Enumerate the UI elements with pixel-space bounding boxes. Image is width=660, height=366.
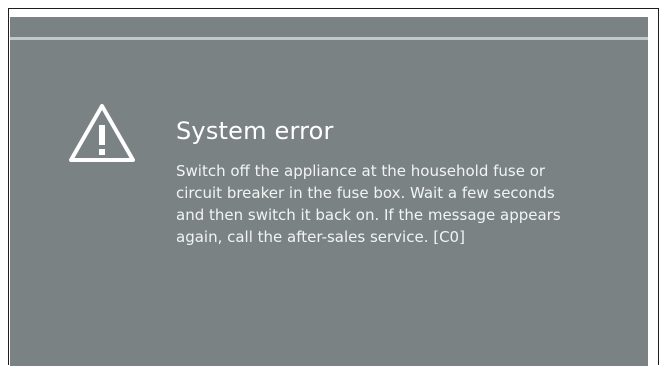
warning-triangle-icon (68, 102, 136, 164)
message-line: Switch off the appliance at the househol… (176, 162, 546, 180)
message-line: and then switch it back on. If the messa… (176, 206, 561, 224)
header-divider (10, 37, 648, 40)
message-line: again, call the after-sales service. [C0… (176, 228, 465, 246)
error-message: Switch off the appliance at the househol… (176, 160, 636, 248)
display-frame: System error Switch off the appliance at… (8, 8, 659, 366)
message-line: circuit breaker in the fuse box. Wait a … (176, 184, 555, 202)
error-title: System error (176, 117, 334, 145)
error-screen: System error Switch off the appliance at… (10, 17, 648, 366)
